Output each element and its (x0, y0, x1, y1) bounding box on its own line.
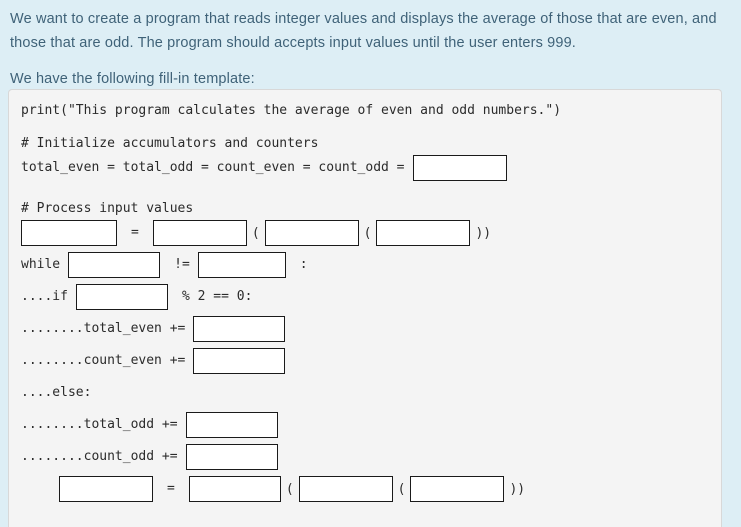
assign-operator: = (131, 225, 139, 240)
loop-cast-input[interactable] (298, 476, 393, 502)
code-line-init-assign: total_even = total_odd = count_even = co… (21, 152, 721, 184)
open-paren-4: ( (397, 481, 406, 497)
total-even-add-input[interactable] (193, 316, 286, 342)
if-keyword: ....if (21, 289, 68, 304)
code-line-read-input: = ( ( )) (21, 217, 721, 249)
question-paragraph-1: We want to create a program that reads i… (10, 11, 717, 51)
count-even-add-input[interactable] (193, 348, 286, 374)
read-prompt-input[interactable] (376, 220, 471, 246)
count-odd-add-input[interactable] (185, 444, 278, 470)
code-line-while: while != : (21, 249, 721, 281)
read-cast-input[interactable] (264, 220, 359, 246)
loop-func-input[interactable] (188, 476, 281, 502)
while-sentinel-input[interactable] (197, 252, 286, 278)
exercise-page: We want to create a program that reads i… (0, 0, 741, 527)
total-odd-add-input[interactable] (185, 412, 278, 438)
code-line-comment-process: # Process input values (21, 201, 721, 217)
else-keyword: ....else: (21, 385, 92, 400)
code-line-count-even: ........count_even += (21, 345, 721, 377)
assign-operator-2: = (167, 481, 175, 496)
code-line-print: print("This program calculates the avera… (21, 103, 721, 119)
code-blank-line-1 (21, 119, 721, 136)
open-paren-3: ( (285, 481, 294, 497)
if-var-input[interactable] (75, 284, 168, 310)
loop-prompt-input[interactable] (410, 476, 505, 502)
print-statement: print("This program calculates the avera… (21, 103, 562, 118)
loop-target-input[interactable] (59, 476, 153, 502)
open-paren-1: ( (251, 225, 260, 241)
code-template-panel: print("This program calculates the avera… (8, 89, 722, 527)
open-paren-2: ( (363, 225, 372, 241)
not-equal-operator: != (174, 257, 190, 272)
init-assignment-text: total_even = total_odd = count_even = co… (21, 160, 405, 175)
code-line-loop-read: = ( ( )) (21, 473, 721, 505)
code-line-count-odd: ........count_odd += (21, 441, 721, 473)
close-parens-1: )) (475, 225, 492, 241)
read-target-input[interactable] (21, 220, 117, 246)
init-value-input[interactable] (412, 155, 507, 181)
count-even-label: ........count_even += (21, 353, 186, 368)
question-paragraph-2: We have the following fill-in template: (10, 71, 255, 87)
mod-check-text: % 2 == 0: (181, 289, 253, 304)
code-line-total-even: ........total_even += (21, 313, 721, 345)
question-prompt: We want to create a program that reads i… (0, 0, 741, 91)
comment-process: # Process input values (21, 201, 194, 216)
code-line-comment-init: # Initialize accumulators and counters (21, 136, 721, 152)
code-line-total-odd: ........total_odd += (21, 409, 721, 441)
close-parens-2: )) (509, 481, 526, 497)
code-blank-line-2 (21, 184, 721, 201)
total-odd-label: ........total_odd += (21, 417, 178, 432)
code-template: print("This program calculates the avera… (9, 90, 721, 505)
while-var-input[interactable] (68, 252, 161, 278)
while-colon: : (299, 257, 308, 272)
total-even-label: ........total_even += (21, 321, 186, 336)
code-line-if: ....if % 2 == 0: (21, 281, 721, 313)
count-odd-label: ........count_odd += (21, 449, 178, 464)
code-line-else: ....else: (21, 377, 721, 409)
comment-initialize: # Initialize accumulators and counters (21, 136, 319, 151)
read-func-input[interactable] (152, 220, 247, 246)
while-keyword: while (21, 257, 61, 272)
